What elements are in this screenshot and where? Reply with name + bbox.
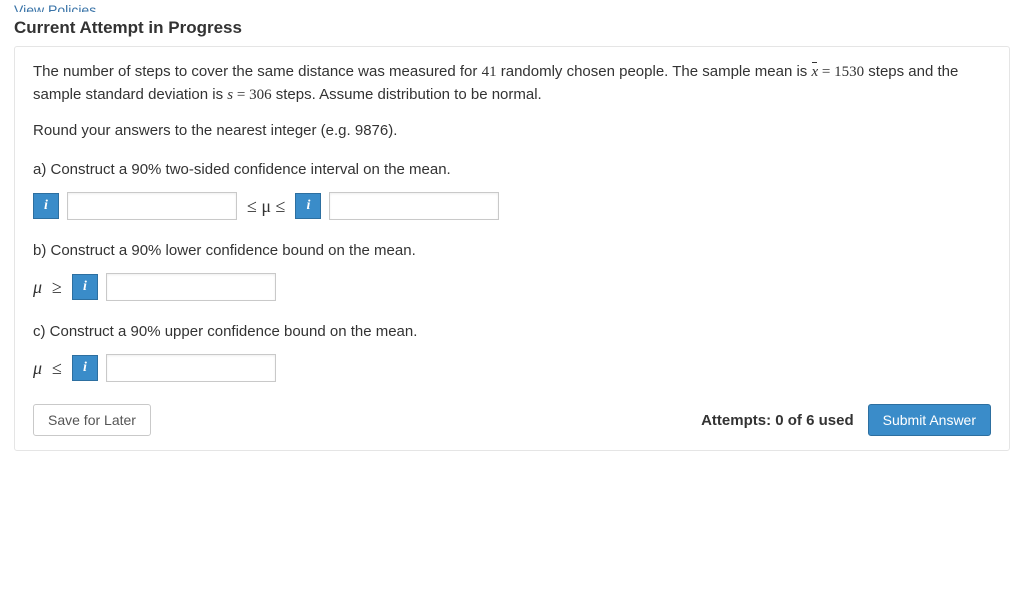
info-icon[interactable]: i [33,193,59,219]
submit-group: Attempts: 0 of 6 used Submit Answer [701,404,991,436]
mu-symbol: μ [33,358,42,379]
part-a-input-row: i ≤ μ ≤ i [33,192,991,220]
save-for-later-button[interactable]: Save for Later [33,404,151,436]
le-mu-le-symbol: ≤ μ ≤ [245,196,287,217]
sample-size: 41 [482,64,497,80]
s-value: 306 [249,87,272,103]
info-icon[interactable]: i [72,274,98,300]
intro-text-4: steps. Assume distribution to be normal. [272,86,542,103]
intro-text-1: The number of steps to cover the same di… [33,63,482,80]
rounding-hint: Round your answers to the nearest intege… [33,122,991,139]
part-a: a) Construct a 90% two-sided confidence … [33,161,991,220]
part-b-label: b) Construct a 90% lower confidence boun… [33,242,991,259]
view-policies-link[interactable]: View Policies [14,2,1010,12]
part-a-lower-input[interactable] [67,192,237,220]
le-symbol: ≤ [50,358,64,379]
action-row: Save for Later Attempts: 0 of 6 used Sub… [33,404,991,436]
info-icon[interactable]: i [295,193,321,219]
part-c-input[interactable] [106,354,276,382]
part-c-label: c) Construct a 90% upper confidence boun… [33,323,991,340]
submit-answer-button[interactable]: Submit Answer [868,404,991,436]
part-a-label: a) Construct a 90% two-sided confidence … [33,161,991,178]
part-c-input-row: μ ≤ i [33,354,991,382]
s-eq: = [233,87,249,103]
part-b: b) Construct a 90% lower confidence boun… [33,242,991,301]
attempts-counter: Attempts: 0 of 6 used [701,412,854,429]
xbar-eq: = [818,64,834,80]
question-panel: The number of steps to cover the same di… [14,46,1010,451]
part-c: c) Construct a 90% upper confidence boun… [33,323,991,382]
section-title: Current Attempt in Progress [14,18,1010,38]
mu-symbol: μ [33,277,42,298]
part-a-upper-input[interactable] [329,192,499,220]
part-b-input[interactable] [106,273,276,301]
ge-symbol: ≥ [50,277,64,298]
xbar-symbol: x [811,61,818,84]
part-b-input-row: μ ≥ i [33,273,991,301]
problem-statement: The number of steps to cover the same di… [33,61,991,106]
info-icon[interactable]: i [72,355,98,381]
xbar-value: 1530 [834,64,864,80]
intro-text-2: randomly chosen people. The sample mean … [497,63,812,80]
